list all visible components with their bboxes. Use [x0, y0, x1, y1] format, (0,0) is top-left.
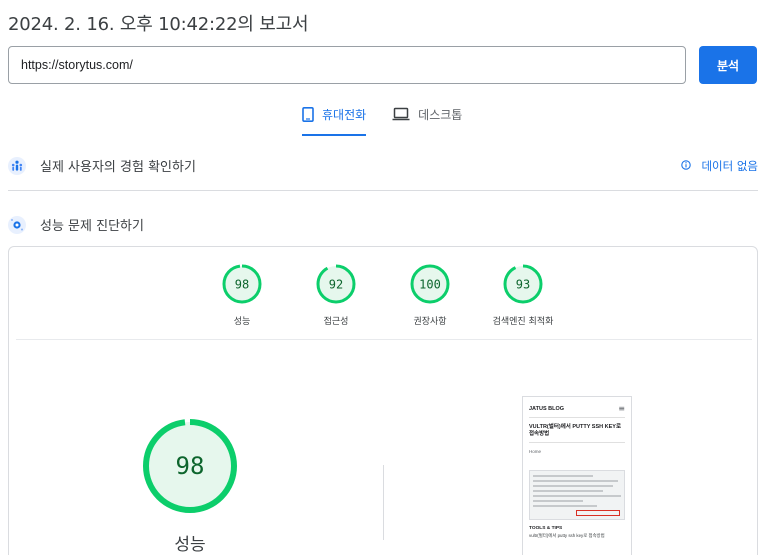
thumb-embedded-image: [529, 470, 625, 520]
gauges-divider: [16, 339, 752, 340]
tab-mobile-label: 휴대전화: [322, 108, 367, 122]
thumb-tools-heading: TOOLS & TIPS: [529, 526, 563, 531]
report-title: 2024. 2. 16. 오후 10:42:22의 보고서: [8, 14, 309, 35]
score-value: 100: [419, 278, 441, 292]
field-data-heading: 실제 사용자의 경험 확인하기: [40, 160, 196, 175]
diagnose-heading: 성능 문제 진단하기: [40, 219, 144, 234]
score-gauge-accessibility[interactable]: 92 접근성: [291, 264, 381, 327]
smartphone-icon: [302, 107, 314, 125]
laptop-icon: [392, 107, 410, 124]
no-data-status[interactable]: 데이터 없음: [681, 158, 758, 174]
score-label: 권장사항: [413, 317, 447, 327]
score-label: 성능: [233, 317, 251, 327]
page-screenshot-thumbnail: JATUS BLOG ≡ VULTR(벌터)에서 PUTTY SSH KEY로 …: [522, 396, 632, 555]
score-label: 검색엔진 최적화: [492, 317, 554, 327]
vertical-divider: [383, 465, 384, 540]
lab-icon: [8, 215, 26, 234]
score-value: 93: [516, 278, 530, 292]
url-input[interactable]: [8, 46, 686, 84]
score-gauge-best-practices[interactable]: 100 권장사항: [385, 264, 475, 327]
main-score-value: 98: [176, 452, 205, 480]
score-gauge-seo[interactable]: 93 검색엔진 최적화: [477, 264, 569, 327]
diagnose-section: 성능 문제 진단하기: [8, 215, 144, 234]
analyze-button[interactable]: 분석: [699, 46, 757, 84]
main-score-label: 성능: [174, 535, 206, 555]
score-gauge-performance[interactable]: 98 성능: [197, 264, 287, 327]
main-performance-gauge: 98: [142, 418, 238, 518]
people-icon: [8, 156, 26, 175]
tab-desktop[interactable]: 데스크톱: [392, 106, 462, 136]
section-divider: [8, 190, 758, 191]
score-label: 접근성: [323, 317, 349, 327]
tab-desktop-label: 데스크톱: [418, 108, 463, 122]
thumb-home-link: Home: [529, 449, 542, 454]
field-data-section: 실제 사용자의 경험 확인하기: [8, 156, 196, 175]
menu-icon: ≡: [618, 404, 625, 413]
no-data-label: 데이터 없음: [701, 159, 758, 173]
tab-mobile[interactable]: 휴대전화: [302, 106, 367, 136]
score-value: 92: [329, 278, 343, 292]
score-value: 98: [235, 278, 249, 292]
device-tabs: 휴대전화 데스크톱: [302, 106, 488, 136]
thumb-blog-name: JATUS BLOG: [529, 406, 565, 412]
thumb-body-text: vultr(벌터)에서 putty ssh key로 접속방법: [529, 533, 605, 538]
thumb-post-title: VULTR(벌터)에서 PUTTY SSH KEY로 접속방법: [529, 424, 622, 437]
info-icon: [681, 159, 692, 173]
